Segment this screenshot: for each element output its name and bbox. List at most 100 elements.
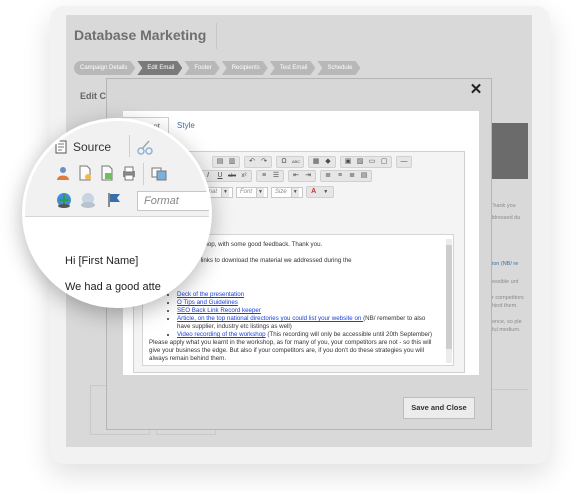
list-item: Video recording of the workshop (This re… xyxy=(177,331,437,339)
toolbar-group-blocks: ▣ ▨ ▭ ▢ xyxy=(340,156,392,168)
content-scrollbar[interactable] xyxy=(446,239,452,363)
list-item: Article, on the top national directories… xyxy=(177,315,437,331)
size-select[interactable]: Size ▼ xyxy=(271,186,303,198)
toolbar-group-clipboard: ▤ ▥ xyxy=(212,156,240,168)
step-campaign-details[interactable]: Campaign Details xyxy=(74,61,135,75)
link-icon[interactable] xyxy=(55,191,73,209)
magnified-greeting: Hi [First Name] xyxy=(65,255,139,267)
scrollbar-thumb[interactable] xyxy=(446,245,452,349)
source-button[interactable]: Source xyxy=(55,137,111,157)
show-blocks-icon[interactable]: ▢ xyxy=(379,157,389,167)
undo-icon[interactable]: ↶ xyxy=(247,157,257,167)
toolbar-group-indent: ⇤ ⇥ xyxy=(288,170,316,182)
content-link[interactable]: Video recording of the workshop xyxy=(177,331,266,338)
magnified-toolbar: Source Format xyxy=(25,121,209,217)
title-divider xyxy=(216,23,217,49)
bg-text-ence: ence, so ple xyxy=(492,319,522,325)
chevron-down-icon: ▼ xyxy=(221,187,230,197)
unlink-icon[interactable] xyxy=(79,191,97,209)
user-icon[interactable] xyxy=(55,165,71,181)
toolbar-row-2: B I U abc x² ≡ ☰ ⇤ ⇥ ≣ ≡ ≣ xyxy=(188,170,376,182)
template-icon[interactable]: ▣ xyxy=(343,157,353,167)
image-icon[interactable]: ▨ xyxy=(355,157,365,167)
bg-divider xyxy=(492,389,528,390)
bg-text-ful: ful medium. xyxy=(492,327,521,333)
wizard-steps: Campaign Details Edit Email Footer Recip… xyxy=(74,61,362,75)
toolbar-group-media: ▦ ◆ xyxy=(308,156,336,168)
paste-word-icon[interactable]: ▥ xyxy=(227,157,237,167)
size-select-label: Size xyxy=(275,189,287,195)
align-center-icon[interactable]: ≡ xyxy=(335,171,345,181)
magnified-format-select[interactable]: Format xyxy=(137,191,209,211)
bg-text-addressed: ddressed du xyxy=(490,215,521,221)
content-paragraph-3: Please apply what you learnt in the work… xyxy=(149,339,432,362)
list-item: SEO Back Link Record keeper xyxy=(177,307,437,315)
numbered-list-icon[interactable]: ≡ xyxy=(259,171,269,181)
content-link-list: Deck of the presentation O Tips and Guid… xyxy=(177,291,437,339)
align-left-icon[interactable]: ≣ xyxy=(323,171,333,181)
spellcheck-icon[interactable]: ABC xyxy=(291,157,301,167)
table-icon[interactable]: ▦ xyxy=(311,157,321,167)
toolbar-divider xyxy=(129,135,130,157)
app-title: Database Marketing xyxy=(74,27,207,43)
special-char-icon[interactable]: Ω xyxy=(279,157,289,167)
font-select-label: Font xyxy=(240,189,253,195)
redo-icon[interactable]: ↷ xyxy=(259,157,269,167)
paste-text-icon[interactable]: ▤ xyxy=(215,157,225,167)
cut-icon[interactable] xyxy=(137,139,153,155)
bg-text-essible: essible unt xyxy=(492,279,519,285)
new-page-icon[interactable] xyxy=(77,165,93,181)
step-recipients[interactable]: Recipients xyxy=(222,61,268,75)
source-label: Source xyxy=(73,140,112,154)
content-link[interactable]: O Tips and Guidelines xyxy=(177,299,238,306)
underline-button[interactable]: U xyxy=(215,171,225,181)
close-icon[interactable]: ✕ xyxy=(467,81,485,99)
toolbar-group-rule: — xyxy=(396,156,412,168)
screenshot-stage: Database Marketing Campaign Details Edit… xyxy=(0,0,579,492)
edit-heading: Edit C xyxy=(80,91,106,101)
content-link[interactable]: SEO Back Link Record keeper xyxy=(177,307,261,314)
find-icon[interactable] xyxy=(151,165,167,181)
toolbar-group-color: A ▼ xyxy=(305,186,334,198)
step-edit-email[interactable]: Edit Email xyxy=(137,61,182,75)
iframe-icon[interactable]: ▭ xyxy=(367,157,377,167)
toolbar-row-3: Format▼ Font▼ Size▼ A ▼ xyxy=(194,186,338,198)
content-link[interactable]: Deck of the presentation xyxy=(177,291,244,298)
chevron-down-icon: ▼ xyxy=(290,187,299,197)
color-dropdown-icon[interactable]: ▼ xyxy=(321,187,331,197)
toolbar-group-history: ↶ ↷ xyxy=(244,156,272,168)
link-note: (This recording will only be accessible … xyxy=(265,331,433,338)
bg-text-competitors: r competitors xyxy=(492,295,524,301)
superscript-button[interactable]: x² xyxy=(239,171,249,181)
bg-text-thank: Thank you xyxy=(490,203,516,209)
align-right-icon[interactable]: ≣ xyxy=(347,171,357,181)
magnified-body-line: We had a good atte xyxy=(65,281,161,293)
print-icon[interactable] xyxy=(121,165,137,181)
bg-text-ion: ion (NB/ re xyxy=(492,261,519,267)
bg-text-hind: hind them. xyxy=(492,303,518,309)
step-test-email[interactable]: Test Email xyxy=(270,61,316,75)
step-footer[interactable]: Footer xyxy=(184,61,219,75)
content-link[interactable]: Article, on the top national directories… xyxy=(177,315,363,322)
templates-icon[interactable] xyxy=(99,165,115,181)
anchor-flag-icon[interactable] xyxy=(105,191,123,209)
outdent-icon[interactable]: ⇤ xyxy=(291,171,301,181)
toolbar-row-1: ▤ ▥ ↶ ↷ Ω ABC ▦ ◆ ▣ ▨ ▭ ▢ — xyxy=(212,156,416,168)
list-item: Deck of the presentation xyxy=(177,291,437,299)
toolbar-group-align: ≣ ≡ ≣ ▤ xyxy=(320,170,372,182)
step-schedule[interactable]: Schedule xyxy=(317,61,360,75)
toolbar-group-lists: ≡ ☰ xyxy=(256,170,284,182)
text-color-icon[interactable]: A xyxy=(309,187,319,197)
indent-icon[interactable]: ⇥ xyxy=(303,171,313,181)
font-select[interactable]: Font ▼ xyxy=(236,186,269,198)
toolbar-divider xyxy=(143,163,144,185)
strikethrough-button[interactable]: abc xyxy=(227,171,237,181)
eraser-icon[interactable]: ◆ xyxy=(323,157,333,167)
bulleted-list-icon[interactable]: ☰ xyxy=(271,171,281,181)
save-and-close-button[interactable]: Save and Close xyxy=(403,397,475,419)
magnifier-callout: Source Format Hi [First Name] We had a g… xyxy=(22,118,212,308)
toolbar-group-insert: Ω ABC xyxy=(276,156,304,168)
align-justify-icon[interactable]: ▤ xyxy=(359,171,369,181)
list-item: O Tips and Guidelines xyxy=(177,299,437,307)
horizontal-rule-icon[interactable]: — xyxy=(399,157,409,167)
